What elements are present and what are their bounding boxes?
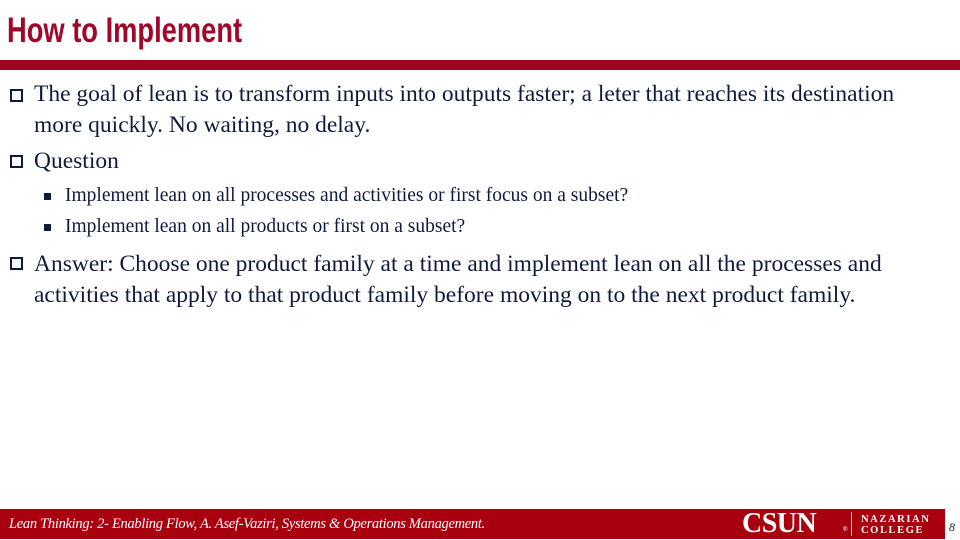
bullet-answer: Answer: Choose one product family at a t…: [34, 251, 882, 308]
csun-logo: CSUN: [742, 508, 817, 539]
logo-college-line1: NAZARIAN: [861, 514, 931, 525]
bullet-question: Question: [34, 148, 119, 174]
slide-title: How to Implement: [7, 11, 243, 50]
logo-divider: [851, 512, 852, 536]
hollow-square-icon: [10, 89, 23, 102]
bullet-goal: The goal of lean is to transform inputs …: [34, 81, 895, 138]
hollow-square-icon: [10, 155, 23, 168]
nazarian-college-logo: NAZARIAN COLLEGE: [861, 514, 930, 536]
filled-square-icon: [44, 224, 51, 231]
hollow-square-icon: [10, 257, 23, 270]
registered-mark: ®: [843, 527, 848, 533]
sub-bullet-processes: Implement lean on all processes and acti…: [65, 185, 629, 206]
logo-college-line2: COLLEGE: [861, 525, 925, 536]
filled-square-icon: [44, 193, 51, 200]
sub-bullet-products: Implement lean on all products or first …: [65, 216, 466, 237]
page-number: 8: [949, 520, 955, 534]
title-rule: [0, 60, 960, 70]
footer-text: Lean Thinking: 2- Enabling Flow, A. Asef…: [9, 516, 485, 532]
